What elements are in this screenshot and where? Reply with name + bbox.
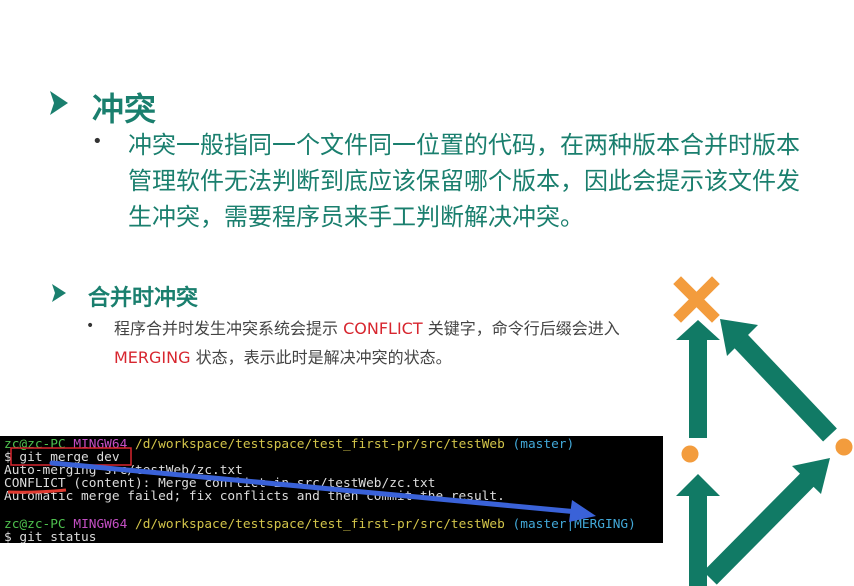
conflict-keyword: CONFLICT: [343, 319, 423, 338]
section1-bullet-icon: [50, 91, 68, 115]
arrow-diagonal-bottom-icon: [703, 458, 830, 585]
section1-dot: •: [92, 131, 103, 152]
arrow-diagonal-up-icon: [720, 319, 837, 442]
merge-conflict-diagram: [673, 276, 854, 586]
section1-body: 冲突一般指同一个文件同一位置的代码，在两种版本合并时版本管理软件无法判断到底应该…: [128, 131, 800, 231]
prompt-branch-merging: (master|MERGING): [512, 517, 636, 532]
cross-x-icon: [673, 276, 720, 323]
section2-bullet-icon: [52, 284, 66, 302]
section1-title: 冲突: [92, 90, 157, 128]
section2-text-mid: 关键字，命令行后缀会进入: [422, 319, 620, 338]
prompt-branch: (master): [512, 437, 575, 452]
commit-node-right-icon: [833, 436, 854, 458]
section2-title: 合并时冲突: [88, 286, 199, 311]
merging-keyword: MERGING: [114, 348, 191, 367]
section2-dot: •: [86, 318, 95, 334]
commit-node-icon: [679, 443, 701, 465]
section2-text-after: 状态，表示此时是解决冲突的状态。: [190, 348, 452, 367]
prompt-path-2: /d/workspace/testspace/test_first-pr/src…: [135, 517, 505, 532]
terminal-screenshot: zc@zc-PC MINGW64 /d/workspace/testspace/…: [0, 436, 663, 543]
prompt-path: /d/workspace/testspace/test_first-pr/src…: [135, 437, 505, 452]
terminal-command-status: $ git status: [4, 530, 97, 543]
section2-text-before: 程序合并时发生冲突系统会提示: [114, 319, 344, 338]
arrow-up-left-icon: [676, 320, 720, 438]
section2-body: 程序合并时发生冲突系统会提示 CONFLICT 关键字，命令行后缀会进入 MER…: [114, 314, 634, 372]
terminal-prompt-line-2: zc@zc-PC MINGW64 /d/workspace/testspace/…: [4, 517, 636, 532]
terminal-output-failed: Automatic merge failed; fix conflicts an…: [4, 489, 505, 504]
